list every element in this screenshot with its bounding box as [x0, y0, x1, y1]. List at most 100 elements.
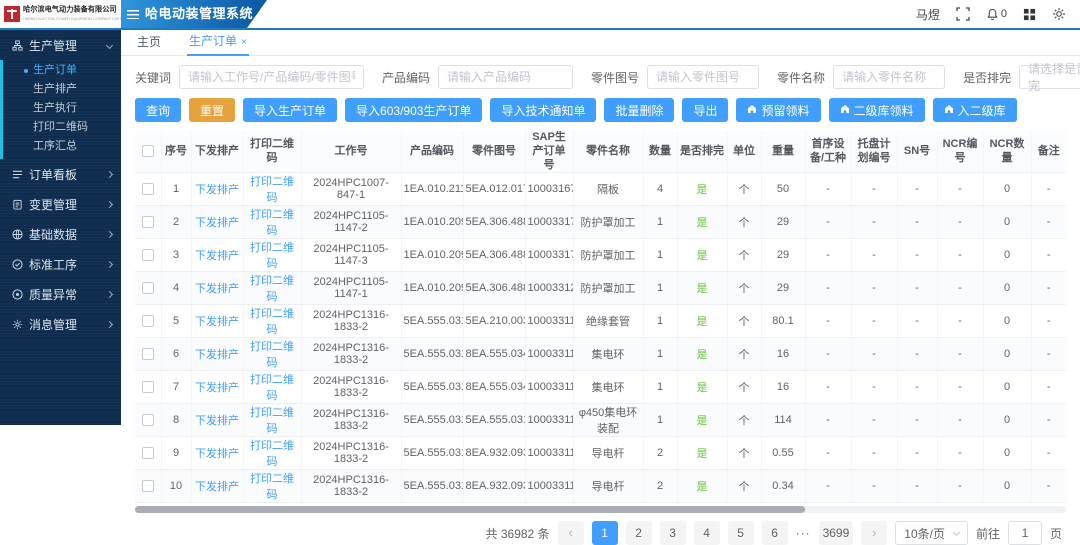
- search-button[interactable]: 查询: [135, 98, 181, 122]
- page-size-select[interactable]: 10条/页: [895, 521, 968, 545]
- l2-warehouse-picking-button[interactable]: 二级库领料: [829, 98, 925, 122]
- collapse-sidebar-icon[interactable]: [127, 10, 139, 19]
- row-checkbox[interactable]: [142, 216, 154, 228]
- l2-warehouse-inbound-button[interactable]: 入二级库: [933, 98, 1017, 122]
- page-button-2[interactable]: 2: [626, 521, 652, 545]
- row-checkbox[interactable]: [142, 414, 154, 426]
- filter-keyword: 关键词: [135, 65, 364, 89]
- dispatch-link[interactable]: 下发排产: [195, 415, 239, 427]
- row-checkbox[interactable]: [142, 249, 154, 261]
- goto-label: 前往: [976, 525, 1000, 542]
- print-qrcode-link[interactable]: 打印二维码: [250, 308, 294, 336]
- table-row: 1下发排产打印二维码2024HPC1007-847-11EA.010.21175…: [135, 173, 1066, 206]
- dispatch-link[interactable]: 下发排产: [195, 316, 239, 328]
- print-qrcode-link[interactable]: 打印二维码: [250, 374, 294, 402]
- print-qrcode-link[interactable]: 打印二维码: [250, 176, 294, 204]
- dispatch-link[interactable]: 下发排产: [195, 481, 239, 493]
- print-qrcode-link[interactable]: 打印二维码: [250, 341, 294, 369]
- sidebar-item-production-management[interactable]: 生产管理: [0, 30, 121, 60]
- reserve-picking-button[interactable]: 预留领料: [736, 98, 820, 122]
- sidebar-item-production-scheduling[interactable]: 生产排产: [0, 80, 121, 99]
- chevron-right-icon: [106, 170, 113, 177]
- table-row: 7下发排产打印二维码2024HPC1316-1833-25EA.555.0312…: [135, 371, 1066, 404]
- horizontal-scrollbar[interactable]: [135, 506, 1066, 513]
- dispatch-link[interactable]: 下发排产: [195, 382, 239, 394]
- export-button[interactable]: 导出: [682, 98, 728, 122]
- page-button-3699[interactable]: 3699: [819, 521, 854, 545]
- sidebar-item-process-summary[interactable]: 工序汇总: [0, 137, 121, 156]
- page-button-3[interactable]: 3: [660, 521, 686, 545]
- sidebar-item-change-management[interactable]: 变更管理: [0, 189, 121, 219]
- sidebar-item-print-qrcode[interactable]: 打印二维码: [0, 118, 121, 137]
- cell-product-code: 1EA.010.2117: [401, 173, 463, 206]
- sidebar-item-production-execution[interactable]: 生产执行: [0, 99, 121, 118]
- row-checkbox[interactable]: [142, 348, 154, 360]
- print-qrcode-link[interactable]: 打印二维码: [250, 407, 294, 435]
- tab-home[interactable]: 主页: [135, 33, 163, 55]
- batch-delete-button[interactable]: 批量删除: [604, 98, 674, 122]
- row-checkbox[interactable]: [142, 282, 154, 294]
- part-name-input[interactable]: [833, 65, 945, 89]
- page-button-4[interactable]: 4: [694, 521, 720, 545]
- dispatch-link[interactable]: 下发排产: [195, 349, 239, 361]
- select-all-checkbox[interactable]: [142, 145, 154, 157]
- row-checkbox[interactable]: [142, 183, 154, 195]
- sidebar-item-quality-exception[interactable]: 质量异常: [0, 279, 121, 309]
- prev-page-button[interactable]: ‹: [558, 521, 584, 545]
- sidebar-item-standard-process[interactable]: 标准工序: [0, 249, 121, 279]
- import-production-order-button[interactable]: 导入生产订单: [243, 98, 337, 122]
- col-ncr-qty: NCR数量: [983, 131, 1031, 173]
- cell-is-scheduled: 是: [677, 470, 727, 503]
- filter-is-scheduled: 是否排完请选择是否排完: [963, 65, 1080, 89]
- page-button-6[interactable]: 6: [762, 521, 788, 545]
- row-checkbox[interactable]: [142, 480, 154, 492]
- row-select-cell: [135, 173, 161, 206]
- username[interactable]: 马煜: [916, 6, 940, 23]
- more-pages-icon[interactable]: ···: [796, 526, 811, 540]
- row-checkbox[interactable]: [142, 447, 154, 459]
- is-scheduled-select[interactable]: 请选择是否排完: [1019, 65, 1080, 89]
- print-qrcode-link[interactable]: 打印二维码: [250, 473, 294, 501]
- goto-page-input[interactable]: [1008, 521, 1042, 545]
- keyword-input[interactable]: [179, 65, 364, 89]
- dispatch-link[interactable]: 下发排产: [195, 283, 239, 295]
- sidebar-item-message-management[interactable]: 消息管理: [0, 309, 121, 339]
- sidebar-item-order-board[interactable]: 订单看板: [0, 159, 121, 189]
- cell-sap-order-no: 10003317840: [525, 206, 573, 239]
- cell-unit: 个: [727, 272, 761, 305]
- settings-gear-icon[interactable]: [1052, 7, 1066, 21]
- close-icon[interactable]: ×: [241, 37, 247, 48]
- row-checkbox[interactable]: [142, 315, 154, 327]
- tab-production-order[interactable]: 生产订单×: [187, 32, 249, 56]
- next-page-button[interactable]: ›: [861, 521, 887, 545]
- part-drawing-no-input[interactable]: [647, 65, 759, 89]
- sidebar-item-production-order[interactable]: 生产订单: [0, 61, 121, 80]
- sidebar-item-basic-data[interactable]: 基础数据: [0, 219, 121, 249]
- product-code-input[interactable]: [438, 65, 573, 89]
- dispatch-link[interactable]: 下发排产: [195, 250, 239, 262]
- apps-grid-icon[interactable]: [1023, 8, 1036, 21]
- notification-bell-icon[interactable]: 0: [986, 8, 1007, 21]
- page-button-5[interactable]: 5: [728, 521, 754, 545]
- cell-ncr-qty: 0: [983, 470, 1031, 503]
- cell-sn-no: -: [897, 371, 937, 404]
- print-qrcode-link[interactable]: 打印二维码: [250, 440, 294, 468]
- dispatch-link[interactable]: 下发排产: [195, 448, 239, 460]
- page-button-1[interactable]: 1: [592, 521, 618, 545]
- row-checkbox[interactable]: [142, 381, 154, 393]
- print-qrcode-link[interactable]: 打印二维码: [250, 209, 294, 237]
- print-qrcode-link[interactable]: 打印二维码: [250, 275, 294, 303]
- filter-bar: 关键词产品编码零件图号零件名称是否排完请选择是否排完: [121, 56, 1080, 89]
- import-603-903-order-button[interactable]: 导入603/903生产订单: [345, 98, 482, 122]
- home-icon: [747, 103, 757, 117]
- dispatch-link[interactable]: 下发排产: [195, 184, 239, 196]
- dispatch-link[interactable]: 下发排产: [195, 217, 239, 229]
- cell-remark: -: [1031, 404, 1066, 437]
- reset-button[interactable]: 重置: [189, 98, 235, 122]
- cell-product-code: 5EA.555.0312: [401, 338, 463, 371]
- print-qrcode-link[interactable]: 打印二维码: [250, 242, 294, 270]
- cell-weight: 29: [761, 206, 805, 239]
- scrollbar-thumb[interactable]: [135, 506, 805, 513]
- import-tech-notice-button[interactable]: 导入技术通知单: [490, 98, 596, 122]
- fullscreen-icon[interactable]: [956, 7, 970, 21]
